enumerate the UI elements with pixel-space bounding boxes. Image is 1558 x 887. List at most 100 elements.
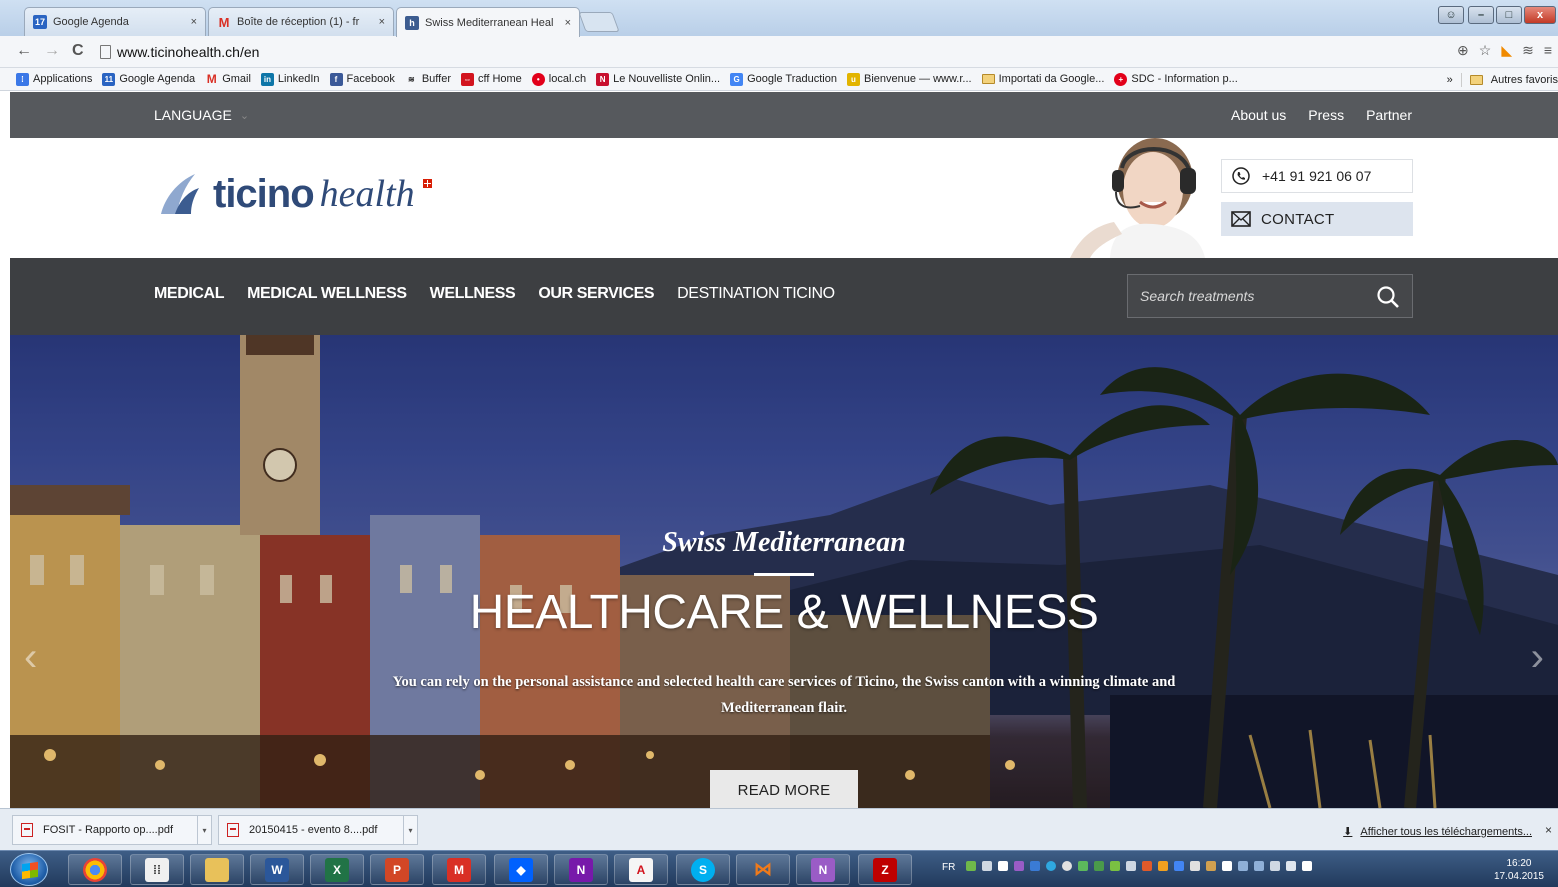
site-logo[interactable]: ticino health: [155, 168, 432, 220]
nav-wellness[interactable]: WELLNESS: [430, 285, 516, 303]
start-button[interactable]: [10, 853, 48, 886]
partner-link[interactable]: Partner: [1366, 107, 1412, 123]
download-item[interactable]: FOSIT - Rapporto op....pdf ▾: [12, 815, 212, 845]
taskbar-apps[interactable]: ⁞⁞: [130, 854, 184, 885]
bookmark-item[interactable]: Importati da Google...: [981, 73, 1104, 85]
taskbar-powerpoint[interactable]: P: [370, 854, 424, 885]
next-slide-icon[interactable]: ›: [1531, 635, 1544, 680]
language-selector[interactable]: LANGUAGE ⌄: [154, 107, 249, 123]
taskbar-gmail[interactable]: M: [432, 854, 486, 885]
taskbar-dropbox[interactable]: ◆: [494, 854, 548, 885]
forward-icon[interactable]: →: [44, 42, 60, 60]
flag-icon[interactable]: [1222, 861, 1232, 871]
download-item[interactable]: 20150415 - evento 8....pdf ▾: [218, 815, 418, 845]
bookmark-item[interactable]: u Bienvenue — www.r...: [846, 72, 972, 86]
system-clock[interactable]: 16:20 17.04.2015: [1494, 857, 1544, 883]
nav-medical-wellness[interactable]: MEDICAL WELLNESS: [247, 285, 407, 303]
buffer-extension-icon[interactable]: ≋: [1522, 42, 1534, 59]
back-icon[interactable]: ←: [16, 42, 32, 60]
bookmark-item[interactable]: M Gmail: [205, 72, 251, 86]
show-all-downloads-link[interactable]: ⬇ Afficher tous les téléchargements...: [1343, 825, 1532, 839]
bookmark-item[interactable]: ≋ Buffer: [405, 73, 451, 86]
rss-extension-icon[interactable]: ◣: [1501, 42, 1512, 59]
signal-icon[interactable]: [1286, 861, 1296, 871]
tray-icon[interactable]: [1078, 861, 1088, 871]
prev-slide-icon[interactable]: ‹: [24, 635, 37, 680]
bookmark-item[interactable]: + SDC - Information p...: [1114, 72, 1238, 86]
nav-medical[interactable]: MEDICAL: [154, 285, 224, 303]
tray-icon[interactable]: [1046, 861, 1056, 871]
bookmark-item[interactable]: ⁞ Applications: [16, 72, 92, 86]
tray-icon[interactable]: [1238, 861, 1248, 871]
tab-ticinohealth[interactable]: h Swiss Mediterranean Heal ×: [396, 7, 580, 37]
other-bookmarks-button[interactable]: Autres favoris: [1491, 74, 1558, 86]
tray-icon[interactable]: [1030, 861, 1040, 871]
nav-destination-ticino[interactable]: DESTINATION TICINO: [677, 285, 835, 303]
tray-icon[interactable]: [1062, 861, 1072, 871]
bookmark-item[interactable]: • local.ch: [531, 72, 586, 86]
tray-icon[interactable]: [1158, 861, 1168, 871]
read-more-button[interactable]: READ MORE: [710, 770, 858, 808]
hero-description: You can rely on the personal assistance …: [392, 674, 1176, 716]
download-options-icon[interactable]: ▾: [197, 816, 211, 844]
nav-our-services[interactable]: OUR SERVICES: [538, 285, 654, 303]
reload-icon[interactable]: C: [72, 42, 84, 60]
bookmark-item[interactable]: in LinkedIn: [260, 72, 320, 86]
close-tab-icon[interactable]: ×: [565, 17, 571, 29]
close-tab-icon[interactable]: ×: [191, 16, 197, 28]
taskbar-explorer[interactable]: [190, 854, 244, 885]
maximize-button[interactable]: □: [1496, 6, 1522, 24]
chrome-icon: [83, 857, 107, 882]
taskbar-word[interactable]: W: [250, 854, 304, 885]
search-icon[interactable]: [1376, 285, 1400, 309]
taskbar-excel[interactable]: X: [310, 854, 364, 885]
about-us-link[interactable]: About us: [1231, 107, 1286, 123]
taskbar-skype[interactable]: S: [676, 854, 730, 885]
bookmark-item[interactable]: G Google Traduction: [730, 72, 837, 86]
download-options-icon[interactable]: ▾: [403, 816, 417, 844]
close-downloads-icon[interactable]: ×: [1545, 823, 1552, 837]
phone-box[interactable]: +41 91 921 06 07: [1221, 159, 1413, 193]
bookmark-item[interactable]: N Le Nouvelliste Onlin...: [596, 72, 720, 86]
bookmark-item[interactable]: ⇔ cff Home: [460, 72, 522, 86]
network-icon[interactable]: [1270, 861, 1280, 871]
tray-icon[interactable]: [998, 861, 1008, 871]
bookmark-item[interactable]: f Facebook: [329, 72, 395, 86]
tray-icon[interactable]: [1094, 861, 1104, 871]
tray-icon[interactable]: [1014, 861, 1024, 871]
tray-icon[interactable]: [1206, 861, 1216, 871]
tab-gmail[interactable]: M Boîte de réception (1) - fr ×: [208, 7, 394, 36]
press-link[interactable]: Press: [1308, 107, 1344, 123]
tab-google-agenda[interactable]: 17 Google Agenda ×: [24, 7, 206, 36]
tray-icon[interactable]: [966, 861, 976, 871]
search-input[interactable]: [1140, 288, 1370, 304]
tray-icon[interactable]: [1142, 861, 1152, 871]
bookmark-item[interactable]: 11 Google Agenda: [102, 72, 195, 86]
tray-icon[interactable]: [1174, 861, 1184, 871]
tray-icon[interactable]: [1190, 861, 1200, 871]
more-bookmarks-button[interactable]: »: [1447, 74, 1453, 86]
user-icon[interactable]: ☺: [1438, 6, 1464, 24]
minimize-button[interactable]: –: [1468, 6, 1494, 24]
volume-icon[interactable]: [1302, 861, 1312, 871]
taskbar-filezilla[interactable]: Z: [858, 854, 912, 885]
close-tab-icon[interactable]: ×: [379, 16, 385, 28]
contact-button[interactable]: CONTACT: [1221, 202, 1413, 236]
taskbar-onenote-clip[interactable]: N: [796, 854, 850, 885]
input-language[interactable]: FR: [942, 862, 955, 873]
bookmark-label: Buffer: [421, 73, 451, 85]
tray-icon[interactable]: [1254, 861, 1264, 871]
address-bar[interactable]: www.ticinohealth.ch/en: [100, 40, 1450, 64]
taskbar-acrobat[interactable]: A: [614, 854, 668, 885]
bookmark-star-icon[interactable]: ☆: [1479, 42, 1492, 59]
taskbar-chrome[interactable]: [68, 854, 122, 885]
tray-icon[interactable]: [982, 861, 992, 871]
zoom-icon[interactable]: ⊕: [1457, 42, 1469, 59]
new-tab-button[interactable]: [578, 12, 620, 32]
menu-icon[interactable]: ≡: [1544, 42, 1552, 59]
close-window-button[interactable]: x: [1524, 6, 1556, 24]
tray-icon[interactable]: [1126, 861, 1136, 871]
taskbar-butterfly[interactable]: ⋈: [736, 854, 790, 885]
tray-icon[interactable]: [1110, 861, 1120, 871]
taskbar-onenote[interactable]: N: [554, 854, 608, 885]
